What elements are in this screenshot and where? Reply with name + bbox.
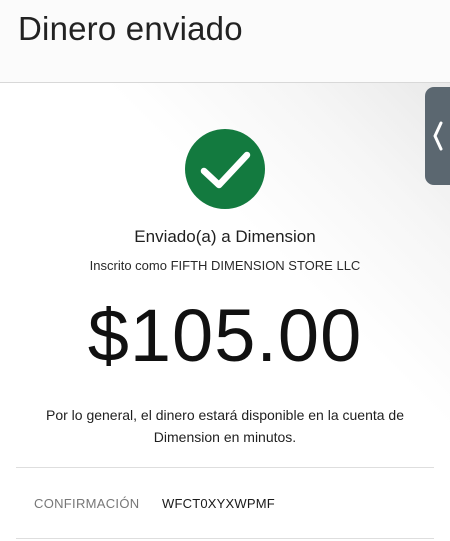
page-title: Dinero enviado [18, 10, 243, 47]
success-check-icon [185, 129, 265, 209]
page-header: Dinero enviado [0, 0, 450, 83]
recipient-text: Enviado(a) a Dimension [134, 227, 316, 246]
chevron-left-icon [433, 121, 443, 151]
enrolled-as-text: Inscrito como FIFTH DIMENSION STORE LLC [89, 258, 361, 273]
confirmation-label: CONFIRMACIÓN [34, 496, 140, 511]
sent-amount: $105.00 [87, 294, 363, 377]
divider [16, 467, 434, 468]
divider [16, 538, 434, 539]
check-icon [200, 151, 251, 189]
confirmation-number: WFCT0XYXWPMF [162, 496, 275, 511]
availability-message: Por lo general, el dinero estará disponi… [45, 407, 405, 445]
side-panel-tab[interactable] [425, 87, 450, 185]
